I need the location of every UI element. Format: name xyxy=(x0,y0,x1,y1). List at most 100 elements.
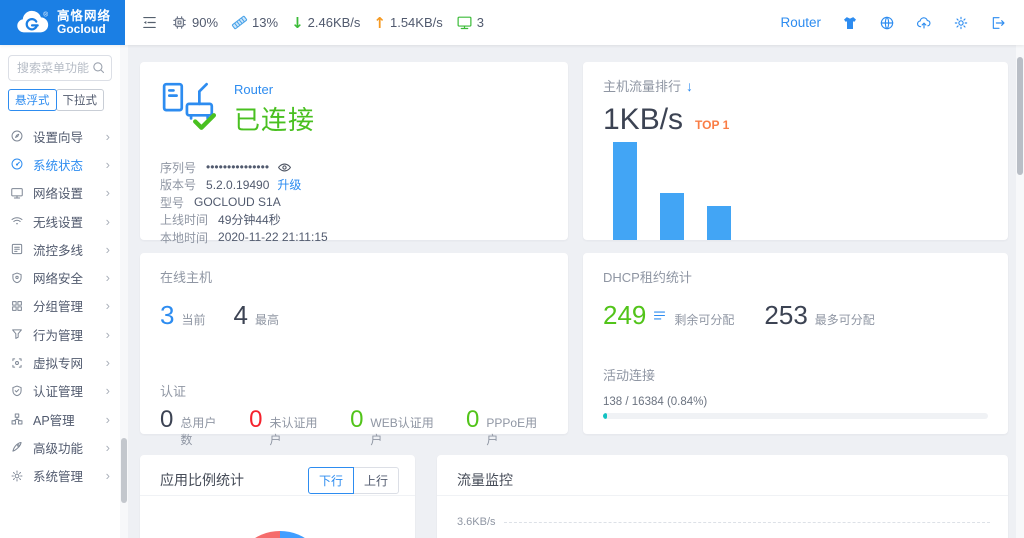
chevron-right-icon: › xyxy=(106,158,110,171)
download-speed-stat: ↓ 2.46KB/s xyxy=(291,14,360,32)
gear-icon xyxy=(10,469,24,483)
language-globe-icon[interactable] xyxy=(879,15,895,31)
lease-list-icon[interactable] xyxy=(652,308,667,323)
flow-icon xyxy=(10,242,24,256)
sidebar-item-label: 网络安全 xyxy=(33,268,83,287)
dhcp-remaining-value: 249 xyxy=(603,300,646,331)
dhcp-lease-card: DHCP租约统计 249 剩余可分配 253 最多可分配 活动连接 138 / … xyxy=(583,253,1008,434)
sidebar-item-label: 虚拟专网 xyxy=(33,353,83,372)
funnel-icon xyxy=(10,327,24,341)
sidebar-item-label: 高级功能 xyxy=(33,438,83,457)
memory-icon xyxy=(231,14,248,31)
nodes-icon xyxy=(10,412,24,426)
hosts-card-title: 在线主机 xyxy=(160,267,548,286)
sidebar-item-无线设置[interactable]: 无线设置 › xyxy=(0,207,120,235)
current-hosts-value: 3 xyxy=(160,300,174,331)
max-hosts-value: 4 xyxy=(233,300,247,331)
tab-downstream[interactable]: 下行 xyxy=(308,467,354,494)
sidebar-item-行为管理[interactable]: 行为管理 › xyxy=(0,320,120,348)
auth-stat-value: 0 xyxy=(466,406,479,434)
cpu-usage-value: 90% xyxy=(192,15,218,30)
settings-gear-icon[interactable] xyxy=(953,15,969,31)
router-device-label: Router xyxy=(234,82,315,97)
sidebar-item-流控多线[interactable]: 流控多线 › xyxy=(0,235,120,263)
dhcp-remaining-label: 剩余可分配 xyxy=(674,311,734,328)
y-axis-tick: 3.6KB/s xyxy=(457,516,496,528)
top-host-speed: 1KB/s xyxy=(603,103,683,137)
sidebar-item-认证管理[interactable]: 认证管理 › xyxy=(0,377,120,405)
router-details: 序列号 ••••••••••••••• 版本号 5.2.0.19490 升级 型… xyxy=(160,159,548,246)
sidebar-item-label: 系统状态 xyxy=(33,155,83,174)
devices-monitor-icon xyxy=(456,14,473,31)
sidebar-item-系统管理[interactable]: 系统管理 › xyxy=(0,462,120,490)
sidebar-item-AP管理[interactable]: AP管理 › xyxy=(0,405,120,433)
router-connection-status: 已连接 xyxy=(234,100,315,137)
sidebar-nav: 设置向导 › 系统状态 › 网络设置 › 无线设置 › 流控多线 › 网络安全 … xyxy=(0,122,120,490)
rank-card-title: 主机流量排行 xyxy=(603,76,681,95)
sidebar-scrollbar-thumb[interactable] xyxy=(121,438,127,503)
mode-dropdown-button[interactable]: 下拉式 xyxy=(56,89,105,111)
sidebar: 悬浮式 下拉式 设置向导 › 系统状态 › 网络设置 › 无线设置 › 流控多线… xyxy=(0,45,120,538)
sidebar-item-label: 认证管理 xyxy=(33,381,83,400)
direction-tab-group: 下行 上行 xyxy=(308,467,399,494)
router-status-card: Router 已连接 序列号 ••••••••••••••• 版本号 5.2.0… xyxy=(140,62,568,240)
cloud-upload-icon[interactable] xyxy=(916,15,932,31)
rank-bar xyxy=(707,206,731,240)
router-mode-label[interactable]: Router xyxy=(780,15,821,30)
sidebar-item-高级功能[interactable]: 高级功能 › xyxy=(0,433,120,461)
current-hosts-label: 当前 xyxy=(181,311,205,328)
grid-icon xyxy=(10,299,24,313)
sidebar-item-label: 无线设置 xyxy=(33,212,83,231)
router-device-icon xyxy=(160,80,218,134)
brand-name-cn: 高恪网络 xyxy=(57,10,111,23)
auth-section-title: 认证 xyxy=(160,381,548,400)
tab-upstream[interactable]: 上行 xyxy=(353,467,399,494)
search-icon[interactable] xyxy=(91,60,106,75)
traffic-monitor-title: 流量监控 xyxy=(457,470,513,490)
shield-icon xyxy=(10,271,24,285)
router-detail-row: 本地时间 2020-11-22 21:11:15 xyxy=(160,229,548,246)
sidebar-item-label: 网络设置 xyxy=(33,183,83,202)
sidebar-item-设置向导[interactable]: 设置向导 › xyxy=(0,122,120,150)
sidebar-item-系统状态[interactable]: 系统状态 › xyxy=(0,150,120,178)
dhcp-card-title: DHCP租约统计 xyxy=(603,267,988,286)
vpn-icon xyxy=(10,356,24,370)
rank-bar xyxy=(660,193,684,240)
upload-speed-value: 1.54KB/s xyxy=(390,15,443,30)
auth-stat-label: 未认证用户 xyxy=(270,414,329,448)
chevron-right-icon: › xyxy=(106,299,110,312)
router-detail-row: 型号 GOCLOUD S1A xyxy=(160,194,548,211)
auth-stat-label: 总用户数 xyxy=(180,414,227,448)
logout-icon[interactable] xyxy=(990,15,1006,31)
download-direction-icon[interactable]: ↓ xyxy=(686,78,693,94)
sidebar-item-label: 行为管理 xyxy=(33,325,83,344)
cloud-logo-icon: ® xyxy=(14,9,52,37)
sidebar-item-虚拟专网[interactable]: 虚拟专网 › xyxy=(0,348,120,376)
collapse-menu-icon[interactable] xyxy=(141,14,158,31)
chevron-right-icon: › xyxy=(106,215,110,228)
sidebar-item-label: 分组管理 xyxy=(33,296,83,315)
download-speed-value: 2.46KB/s xyxy=(308,15,361,30)
memory-usage-value: 13% xyxy=(252,15,278,30)
cpu-usage-stat: 90% xyxy=(171,14,218,31)
eye-toggle-icon[interactable] xyxy=(277,160,292,175)
auth-stat-value: 0 xyxy=(249,406,262,434)
monitor-icon xyxy=(10,186,24,200)
auth-stats-row: 0总用户数0未认证用户0WEB认证用户0PPPoE用户 xyxy=(160,406,548,448)
sidebar-item-分组管理[interactable]: 分组管理 › xyxy=(0,292,120,320)
page-scrollbar-thumb[interactable] xyxy=(1017,57,1023,175)
download-arrow-icon: ↓ xyxy=(291,14,304,32)
traffic-rank-bar-chart xyxy=(613,142,731,240)
top-header: ® 高恪网络 Gocloud 90% 13% ↓ 2.46KB/s ↑ 1.54… xyxy=(0,0,1024,45)
app-ratio-card: 应用比例统计 下行 上行 xyxy=(140,455,415,538)
sidebar-item-网络安全[interactable]: 网络安全 › xyxy=(0,263,120,291)
chevron-right-icon: › xyxy=(106,328,110,341)
theme-skin-icon[interactable] xyxy=(842,15,858,31)
sidebar-item-网络设置[interactable]: 网络设置 › xyxy=(0,179,120,207)
router-detail-row: 版本号 5.2.0.19490 升级 xyxy=(160,177,548,194)
dhcp-max-label: 最多可分配 xyxy=(815,311,875,328)
upgrade-link[interactable]: 升级 xyxy=(277,176,301,193)
sidebar-item-label: 设置向导 xyxy=(33,127,83,146)
upload-arrow-icon: ↑ xyxy=(373,14,386,32)
mode-float-button[interactable]: 悬浮式 xyxy=(8,89,57,111)
